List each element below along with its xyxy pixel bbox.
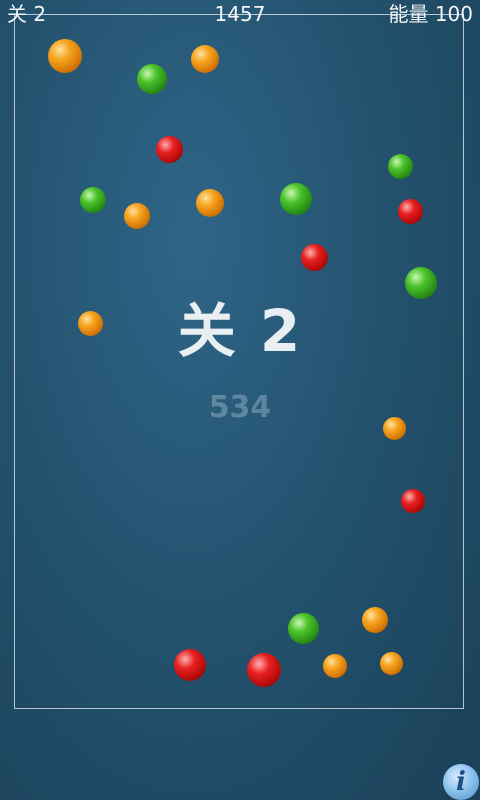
red-ball[interactable]	[155, 135, 183, 163]
orange-ball[interactable]	[379, 651, 403, 675]
orange-ball[interactable]	[48, 39, 82, 73]
green-ball[interactable]	[137, 64, 167, 94]
orange-ball[interactable]	[124, 203, 150, 229]
orange-ball[interactable]	[191, 45, 219, 73]
orange-ball[interactable]	[362, 607, 388, 633]
green-ball[interactable]	[387, 153, 413, 179]
info-button[interactable]: i	[443, 764, 479, 800]
orange-ball[interactable]	[323, 654, 347, 678]
orange-ball[interactable]	[196, 189, 224, 217]
countdown-timer: 534	[208, 390, 272, 425]
red-ball[interactable]	[174, 649, 206, 681]
red-ball[interactable]	[401, 489, 425, 513]
green-ball[interactable]	[287, 612, 319, 644]
red-ball[interactable]	[397, 198, 423, 224]
green-ball[interactable]	[80, 187, 106, 213]
red-ball[interactable]	[300, 243, 328, 271]
green-ball[interactable]	[280, 183, 312, 215]
red-ball[interactable]	[247, 653, 281, 687]
level-banner: 关 2	[177, 297, 303, 365]
